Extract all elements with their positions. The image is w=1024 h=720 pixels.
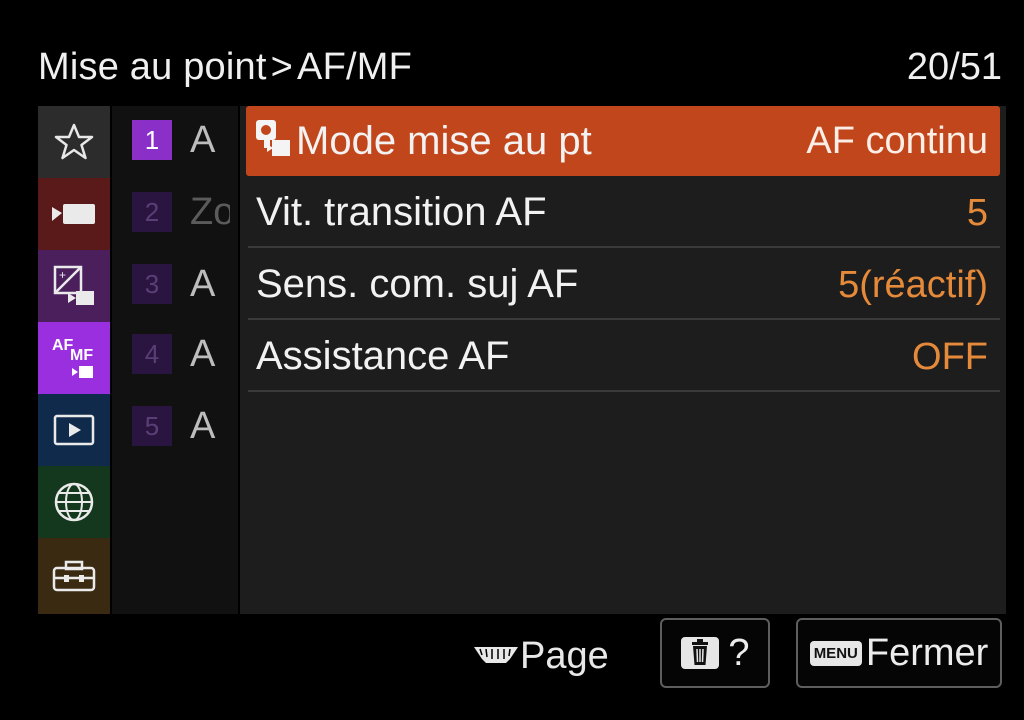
control-dial-icon <box>474 647 518 663</box>
breadcrumb-parent: Mise au point <box>38 46 267 88</box>
tab-network[interactable] <box>38 466 110 538</box>
subpage-number: 2 <box>132 192 172 232</box>
delete-help-button[interactable]: ? <box>660 618 770 688</box>
af-mf-icon: AF MF <box>52 337 93 378</box>
setting-row-focus-mode[interactable]: Mode mise au pt AF continu <box>246 106 1000 176</box>
tab-af-mf[interactable]: AF MF <box>38 322 110 394</box>
subpage-label: A <box>190 262 216 305</box>
subpage-label: A <box>190 332 216 375</box>
setting-row-af-assist[interactable]: Assistance AF OFF <box>248 322 1000 392</box>
tab-favorites[interactable] <box>38 106 110 178</box>
trash-icon <box>681 637 720 669</box>
setting-label: Mode mise au pt <box>296 119 592 163</box>
setting-label: Sens. com. suj AF <box>256 262 579 306</box>
setting-value: OFF <box>912 336 988 378</box>
subpage-item-1[interactable]: 1 A <box>132 110 230 170</box>
focus-mode-icon <box>254 118 292 168</box>
category-tabs: + AF MF <box>38 106 110 614</box>
close-button[interactable]: MENU Fermer <box>796 618 1002 688</box>
subpage-item-5[interactable]: 5 A <box>132 396 230 456</box>
subpage-item-2[interactable]: 2 Zo <box>132 182 230 242</box>
breadcrumb: Mise au point > AF/MF <box>38 46 412 89</box>
page-hint-label: Page <box>520 634 609 677</box>
setting-row-af-transition-speed[interactable]: Vit. transition AF 5 <box>248 178 1000 248</box>
star-icon <box>54 123 94 160</box>
tab-playback[interactable] <box>38 394 110 466</box>
subpage-label: Zo <box>190 190 230 233</box>
subpage-number: 5 <box>132 406 172 446</box>
camera-video-icon <box>52 204 95 224</box>
playback-icon <box>53 414 95 446</box>
breadcrumb-current: AF/MF <box>297 46 413 88</box>
setting-row-af-subject-shift-sensitivity[interactable]: Sens. com. suj AF 5(réactif) <box>248 250 1000 320</box>
menu-badge-icon: MENU <box>809 640 862 666</box>
exposure-icon: + <box>53 265 94 305</box>
subpage-number: 3 <box>132 264 172 304</box>
svg-text:MF: MF <box>70 347 93 364</box>
tab-setup[interactable] <box>38 538 110 614</box>
settings-list: Mode mise au pt AF continu Vit. transiti… <box>240 106 1006 614</box>
subpage-list: 1 A 2 Zo 3 A 4 A 5 A <box>112 106 238 614</box>
tab-shooting[interactable] <box>38 178 110 250</box>
subpage-item-3[interactable]: 3 A <box>132 254 230 314</box>
page-hint[interactable]: Page <box>472 628 609 684</box>
globe-icon <box>54 482 94 522</box>
svg-text:+: + <box>59 268 66 282</box>
tab-exposure-color[interactable]: + <box>38 250 110 322</box>
page-counter: 20/51 <box>906 46 1002 88</box>
close-label: Fermer <box>865 631 989 674</box>
subpage-label: A <box>190 118 216 161</box>
breadcrumb-separator: > <box>270 46 294 88</box>
setting-value: AF continu <box>806 120 988 162</box>
subpage-number: 4 <box>132 334 172 374</box>
help-label: ? <box>728 631 750 674</box>
setting-label: Vit. transition AF <box>256 190 547 234</box>
toolbox-icon <box>52 560 96 592</box>
subpage-item-4[interactable]: 4 A <box>132 324 230 384</box>
setting-value: 5(réactif) <box>838 264 988 306</box>
subpage-label: A <box>190 404 216 447</box>
subpage-number: 1 <box>132 120 172 160</box>
setting-value: 5 <box>966 192 988 234</box>
setting-label: Assistance AF <box>256 334 510 378</box>
